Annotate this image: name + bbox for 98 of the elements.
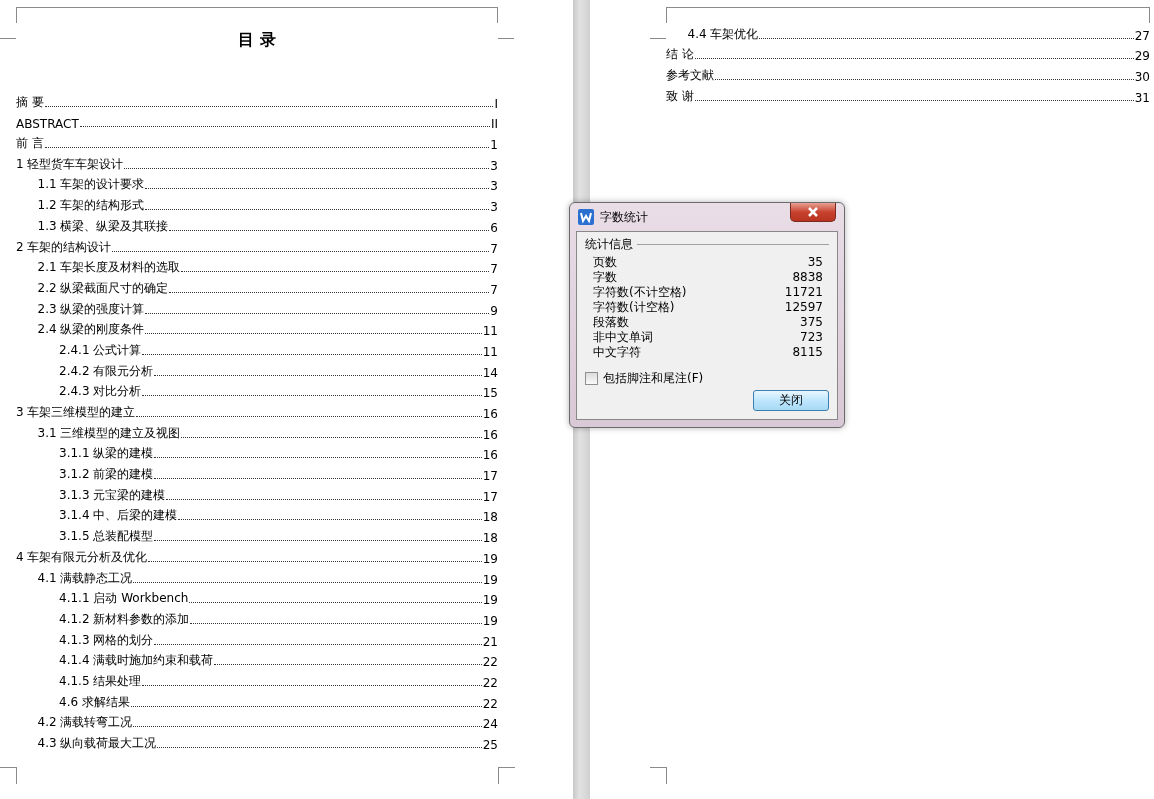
toc-page-number: 14 (482, 365, 498, 380)
toc-entry-title: 2.4.3 对比分析 (59, 383, 142, 401)
stat-value: 375 (800, 315, 823, 330)
toc-page-number: 11 (482, 344, 498, 359)
stat-value: 11721 (784, 285, 823, 300)
toc-page-number: 18 (482, 531, 498, 546)
crop-mark (498, 767, 515, 784)
toc-page-number: 27 (1134, 28, 1150, 43)
toc-entry-title: 4.1.4 满载时施加约束和载荷 (59, 652, 214, 670)
toc-page-number: 22 (482, 675, 498, 690)
toc-page-number: 18 (482, 510, 498, 525)
toc-entry-title: 1.1 车架的设计要求 (37, 176, 145, 194)
toc-entry-title: 4.3 纵向载荷最大工况 (37, 735, 157, 752)
toc-entry-title: 4.6 求解结果 (59, 693, 130, 711)
toc-entry-title: 摘 要 (16, 93, 44, 111)
stat-value: 12597 (784, 300, 823, 315)
toc-page-number: II (490, 117, 498, 132)
toc-entry-title: 2.4.1 公式计算 (59, 341, 142, 359)
toc-entry-title: 3.1.4 中、后梁的建模 (59, 507, 178, 525)
stat-value: 35 (807, 255, 823, 270)
toc-page-number: 19 (482, 551, 498, 566)
toc-entry-title: 2.4.2 有限元分析 (59, 362, 154, 380)
toc-page-number: 9 (490, 303, 498, 318)
stat-label: 中文字符 (593, 345, 641, 360)
toc-page-number: 7 (490, 262, 498, 277)
stat-label: 页数 (593, 255, 617, 270)
toc-entry-title: 3.1.3 元宝梁的建模 (59, 486, 166, 504)
toc-entry-title: 2.4 纵梁的刚度条件 (37, 321, 145, 339)
toc-page-number: 17 (482, 469, 498, 484)
toc-page-number: 24 (482, 717, 498, 732)
toc-entry-title: 4.1.2 新材料参数的添加 (59, 610, 190, 628)
toc-page-number: 29 (1134, 49, 1150, 64)
toc-entry-title: ABSTRACT (16, 117, 79, 132)
stat-label: 非中文单词 (593, 330, 653, 345)
toc-page-number: 3 (490, 179, 498, 194)
toc-entry-title: 3.1.2 前梁的建模 (59, 466, 154, 484)
toc-heading: 目 录 (237, 29, 277, 51)
toc-page-number: 22 (482, 655, 498, 670)
toc-page-number: 7 (490, 282, 498, 297)
toc-page-number: 7 (490, 241, 498, 256)
toc-page-number: 19 (482, 613, 498, 628)
toc-entry-title: 4.1.3 网格的划分 (59, 631, 154, 649)
close-icon (807, 207, 819, 217)
toc-page-number: 19 (482, 572, 498, 587)
close-button[interactable] (790, 203, 836, 222)
toc-page-number: 3 (490, 200, 498, 215)
toc-page-number: 16 (482, 427, 498, 442)
toc-page-number: 16 (482, 448, 498, 463)
stat-label: 字符数(计空格) (593, 300, 675, 315)
toc-entry-title: 2 车架的结构设计 (16, 238, 112, 256)
toc-page-number: 31 (1134, 90, 1150, 105)
toc-entry-title: 4.1 满载静态工况 (37, 569, 133, 587)
close-dialog-button[interactable]: 关闭 (753, 390, 829, 411)
toc-entry-title: 参考文献 (666, 67, 714, 85)
toc-entry-title: 4.2 满载转弯工况 (37, 714, 133, 732)
toc-entry-title: 4.4 车架优化 (687, 25, 759, 43)
toc-page-number: 30 (1134, 70, 1150, 85)
dialog-title: 字数统计 (600, 208, 648, 226)
toc-page-number: I (494, 96, 498, 111)
toc-page-number: 21 (482, 634, 498, 649)
toc-entry-title: 前 言 (16, 135, 44, 153)
crop-mark (650, 767, 667, 784)
crop-mark (0, 767, 17, 784)
toc-page-number: 15 (482, 386, 498, 401)
stat-label: 字符数(不计空格) (593, 285, 687, 300)
app-logo-icon (578, 209, 594, 225)
stat-label: 字数 (593, 270, 617, 285)
toc-entry-title: 2.2 纵梁截面尺寸的确定 (37, 279, 169, 297)
toc-entry-title: 3 车架三维模型的建立 (16, 404, 136, 421)
stat-value: 8838 (792, 270, 823, 285)
checkbox-label: 包括脚注和尾注(F) (603, 370, 704, 387)
toc-page-number: 19 (482, 593, 498, 608)
toc-page-number: 11 (482, 324, 498, 339)
toc-entry-title: 1.2 车架的结构形式 (37, 197, 145, 215)
toc-page-number: 16 (482, 407, 498, 421)
toc-page-number: 22 (482, 696, 498, 711)
toc-entry-title: 2.1 车架长度及材料的选取 (37, 259, 181, 277)
stat-value: 8115 (792, 345, 823, 360)
toc-entry-title: 2.3 纵梁的强度计算 (37, 300, 145, 318)
toc-entry-title: 4.1.5 结果处理 (59, 672, 142, 690)
toc-entry-title: 1 轻型货车车架设计 (16, 155, 124, 173)
group-label: 统计信息 (585, 236, 633, 253)
stat-value: 723 (800, 330, 823, 345)
toc-entry-title: 3.1.5 总装配模型 (59, 528, 154, 546)
stat-label: 段落数 (593, 315, 629, 330)
toc-page-number: 3 (490, 158, 498, 173)
toc-page-number: 25 (482, 738, 498, 752)
toc-entry-title: 4 车架有限元分析及优化 (16, 548, 148, 566)
toc-entry-title: 3.1.1 纵梁的建模 (59, 445, 154, 463)
toc-entry-title: 1.3 横梁、纵梁及其联接 (37, 217, 169, 235)
toc-entry-title: 3.1 三维模型的建立及视图 (37, 424, 181, 442)
toc-page-number: 1 (490, 138, 498, 153)
toc-entry-title: 致 谢 (666, 87, 694, 105)
checkbox[interactable] (585, 372, 598, 385)
toc-entry-title: 4.1.1 启动 Workbench (59, 590, 189, 608)
toc-page-number: 6 (490, 220, 498, 235)
toc-page-number: 17 (482, 489, 498, 504)
toc-entry-title: 结 论 (666, 46, 694, 64)
